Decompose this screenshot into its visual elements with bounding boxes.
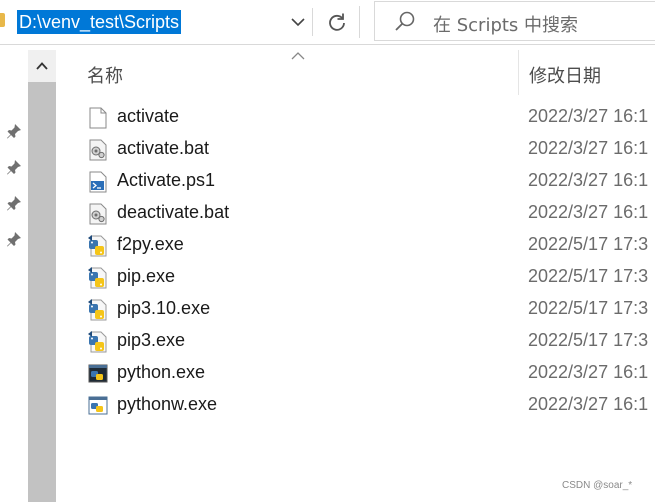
file-date: 2022/3/27 16:1: [528, 394, 649, 414]
python-exe-icon: [88, 267, 108, 289]
file-name: f2py.exe: [117, 234, 184, 254]
address-bar[interactable]: D:\venv_test\Scripts: [14, 8, 313, 36]
file-name: activate: [117, 106, 180, 126]
scroll-thumb[interactable]: [28, 82, 56, 502]
address-toolbar: D:\venv_test\Scripts 在 Scripts 中搜索: [0, 0, 655, 45]
file-name: Activate.ps1: [117, 170, 216, 190]
file-date: 2022/3/27 16:1: [528, 138, 649, 158]
file-date: 2022/3/27 16:1: [528, 202, 649, 222]
file-row-deactivate-bat[interactable]: deactivate.bat 2022/3/27 16:1: [57, 198, 655, 230]
navigation-scrollbar[interactable]: [28, 50, 56, 502]
refresh-button[interactable]: [315, 6, 360, 38]
file-row-pip-exe[interactable]: pip.exe 2022/5/17 17:3: [57, 262, 655, 294]
chevron-up-icon: [36, 62, 48, 70]
pin-icon[interactable]: [6, 231, 22, 247]
search-box[interactable]: 在 Scripts 中搜索: [374, 1, 655, 41]
file-row-pip3-exe[interactable]: pip3.exe 2022/5/17 17:3: [57, 326, 655, 358]
search-icon: [395, 11, 415, 31]
file-row-activate[interactable]: activate 2022/3/27 16:1: [57, 102, 655, 134]
batch-file-icon: [88, 203, 108, 225]
python-console-icon: [88, 363, 108, 385]
file-row-activate-ps1[interactable]: Activate.ps1 2022/3/27 16:1: [57, 166, 655, 198]
file-name: pythonw.exe: [117, 394, 218, 414]
sort-ascending-icon: [291, 52, 305, 60]
address-dropdown-button[interactable]: [286, 12, 310, 32]
file-name: activate.bat: [117, 138, 210, 158]
file-date: 2022/5/17 17:3: [528, 330, 649, 350]
file-date: 2022/5/17 17:3: [528, 266, 649, 286]
file-date: 2022/5/17 17:3: [528, 298, 649, 318]
file-date: 2022/3/27 16:1: [528, 170, 649, 190]
address-path[interactable]: D:\venv_test\Scripts: [17, 10, 182, 34]
python-exe-icon: [88, 235, 108, 257]
column-header-date-modified[interactable]: 修改日期: [518, 50, 655, 95]
file-name: deactivate.bat: [117, 202, 230, 222]
file-list: activate 2022/3/27 16:1 activate.bat 202…: [57, 102, 655, 422]
file-row-pip3-10-exe[interactable]: pip3.10.exe 2022/5/17 17:3: [57, 294, 655, 326]
search-input[interactable]: 在 Scripts 中搜索: [433, 11, 578, 37]
blank-file-icon: [88, 107, 108, 129]
file-name: pip3.exe: [117, 330, 186, 350]
chevron-down-icon: [291, 17, 305, 26]
powershell-file-icon: [88, 171, 108, 193]
file-name: python.exe: [117, 362, 206, 382]
file-name: pip3.10.exe: [117, 298, 211, 318]
batch-file-icon: [88, 139, 108, 161]
file-date: 2022/5/17 17:3: [528, 234, 649, 254]
python-window-icon: [88, 395, 108, 417]
file-row-f2py-exe[interactable]: f2py.exe 2022/5/17 17:3: [57, 230, 655, 262]
watermark-text: CSDN @soar_*: [562, 480, 633, 491]
file-name: pip.exe: [117, 266, 176, 286]
file-date: 2022/3/27 16:1: [528, 362, 649, 382]
navigation-pane: [0, 45, 28, 502]
pin-icon[interactable]: [6, 123, 22, 139]
file-date: 2022/3/27 16:1: [528, 106, 649, 126]
column-header-name[interactable]: 名称: [57, 50, 518, 95]
pin-icon[interactable]: [6, 195, 22, 211]
file-row-activate-bat[interactable]: activate.bat 2022/3/27 16:1: [57, 134, 655, 166]
column-header-name-label: 名称: [87, 66, 123, 87]
file-row-python-exe[interactable]: python.exe 2022/3/27 16:1: [57, 358, 655, 390]
file-row-pythonw-exe[interactable]: pythonw.exe 2022/3/27 16:1: [57, 390, 655, 422]
column-header-date-label: 修改日期: [529, 66, 601, 87]
folder-icon: [0, 13, 5, 27]
refresh-icon: [329, 13, 345, 31]
python-exe-icon: [88, 331, 108, 353]
scroll-up-button[interactable]: [32, 56, 52, 76]
pin-icon[interactable]: [6, 159, 22, 175]
python-exe-icon: [88, 299, 108, 321]
